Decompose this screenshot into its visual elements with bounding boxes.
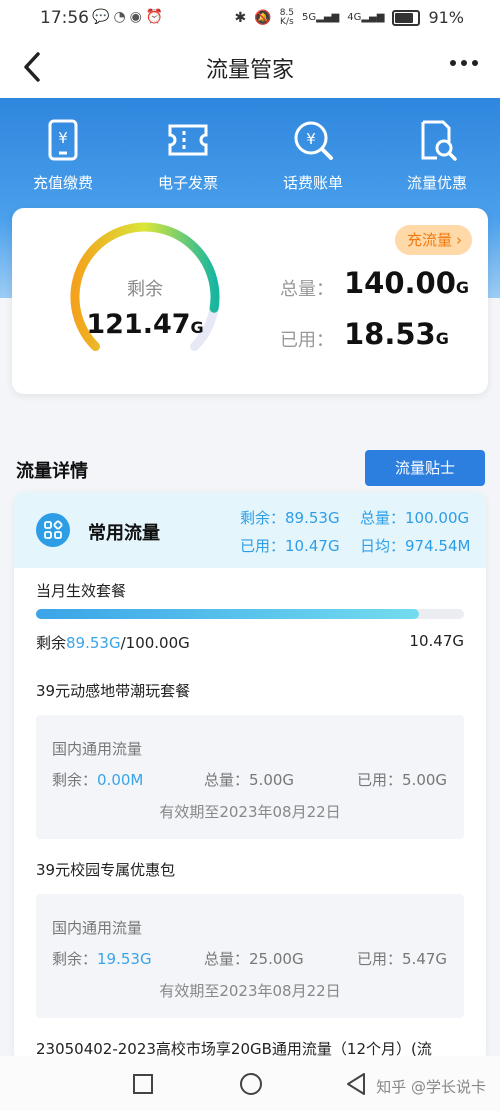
bluetooth-icon: ✱ bbox=[234, 9, 247, 26]
remaining-value: 121.47G bbox=[86, 309, 204, 340]
quick-invoice[interactable]: 电子发票 bbox=[133, 118, 243, 193]
package-2-remain: 剩余：19.53G bbox=[52, 950, 152, 968]
page-title: 流量管家 bbox=[205, 58, 294, 83]
recharge-data-label: 充流量 bbox=[406, 231, 452, 249]
quick-data-offer-label: 流量优惠 bbox=[406, 174, 467, 192]
system-back-button[interactable] bbox=[344, 1071, 368, 1097]
home-button[interactable] bbox=[238, 1071, 264, 1097]
more-icon bbox=[450, 60, 478, 66]
status-right: ✱ 🔕 8.5 K/s 5G▂▄▆ 4G▂▄▆ 91% bbox=[235, 8, 464, 27]
chevron-right-icon: › bbox=[456, 231, 462, 249]
battery-percent: 91% bbox=[428, 8, 464, 27]
quick-recharge-label: 充值缴费 bbox=[32, 174, 93, 192]
battery-icon bbox=[392, 9, 421, 26]
used-label: 已用： bbox=[280, 330, 334, 351]
package-2-name: 39元校园专属优惠包 bbox=[36, 861, 176, 879]
doc-search-icon bbox=[421, 120, 457, 161]
wechat-icon: 💬 bbox=[92, 9, 114, 25]
common-data-header bbox=[14, 492, 486, 568]
remaining-label: 剩余 bbox=[127, 279, 163, 300]
quick-bill[interactable]: ¥ 话费账单 bbox=[258, 118, 368, 193]
status-bar: 17:56 💬◔◉⏰ ✱ 🔕 8.5 K/s 5G▂▄▆ 4G▂▄▆ 91% bbox=[0, 0, 500, 38]
nav-bar: 流量管家 bbox=[0, 38, 500, 98]
package-1-remain: 剩余：0.00M bbox=[52, 771, 144, 789]
quick-bill-label: 话费账单 bbox=[282, 174, 343, 192]
phone-yuan-icon: ¥ bbox=[48, 119, 78, 161]
package-2-used: 已用：5.47G bbox=[357, 950, 448, 968]
package-2-total: 总量：25.00G bbox=[204, 950, 304, 968]
package-remaining-text: 剩余89.53G/100.00G bbox=[36, 634, 190, 652]
current-package-title: 当月生效套餐 bbox=[36, 582, 127, 600]
common-data-title: 常用流量 bbox=[88, 523, 160, 544]
package-1-type: 国内通用流量 bbox=[52, 740, 143, 758]
grid-icon bbox=[36, 513, 70, 547]
status-notification-icons: 💬◔◉⏰ bbox=[92, 9, 167, 25]
package-1-validity: 有效期至2023年08月22日 bbox=[159, 803, 341, 821]
search-yuan-icon: ¥ bbox=[294, 121, 333, 160]
common-total: 总量：100.00G bbox=[360, 509, 470, 527]
common-daily: 日均：974.54M bbox=[360, 537, 471, 555]
net-speed: 8.5 K/s bbox=[279, 7, 295, 27]
package-1-name: 39元动感地带潮玩套餐 bbox=[36, 682, 191, 700]
status-time: 17:56 bbox=[40, 8, 89, 28]
mute-icon: 🔕 bbox=[254, 9, 272, 26]
quick-recharge[interactable]: ¥ 充值缴费 bbox=[8, 118, 118, 193]
total-value: 140.00G bbox=[344, 266, 470, 300]
ticket-icon bbox=[168, 124, 208, 156]
package-progress-fill bbox=[36, 609, 420, 619]
quick-invoice-label: 电子发票 bbox=[157, 174, 218, 192]
recents-button[interactable] bbox=[132, 1073, 154, 1095]
package-2-validity: 有效期至2023年08月22日 bbox=[159, 982, 341, 1000]
total-label: 总量： bbox=[280, 279, 334, 300]
package-2-type: 国内通用流量 bbox=[52, 919, 143, 937]
alarm-icon: ⏰ bbox=[145, 9, 168, 25]
svg-text:¥: ¥ bbox=[58, 129, 68, 147]
recharge-data-button[interactable]: 充流量 › bbox=[394, 225, 472, 255]
package-1-used: 已用：5.00G bbox=[357, 771, 448, 789]
data-tips-button[interactable]: 流量贴士 bbox=[365, 450, 485, 486]
quick-data-offer[interactable]: 流量优惠 bbox=[382, 118, 492, 193]
speedometer-icon: ◔ bbox=[113, 9, 130, 25]
watermark-text: 知乎 @学长说卡 bbox=[376, 1078, 486, 1096]
common-used: 已用：10.47G bbox=[240, 537, 340, 555]
eye-icon: ◉ bbox=[129, 9, 146, 25]
svg-text:¥: ¥ bbox=[306, 130, 316, 148]
detail-title: 流量详情 bbox=[16, 461, 88, 482]
more-button[interactable] bbox=[448, 48, 480, 85]
signal-4g-icon: 4G▂▄▆ bbox=[347, 12, 385, 23]
signal-5g-icon: 5G▂▄▆ bbox=[302, 12, 340, 23]
package-1-total: 总量：5.00G bbox=[204, 771, 295, 789]
used-value: 18.53G bbox=[344, 317, 449, 351]
common-remain: 剩余：89.53G bbox=[240, 509, 340, 527]
package-used-text: 10.47G bbox=[409, 632, 464, 650]
